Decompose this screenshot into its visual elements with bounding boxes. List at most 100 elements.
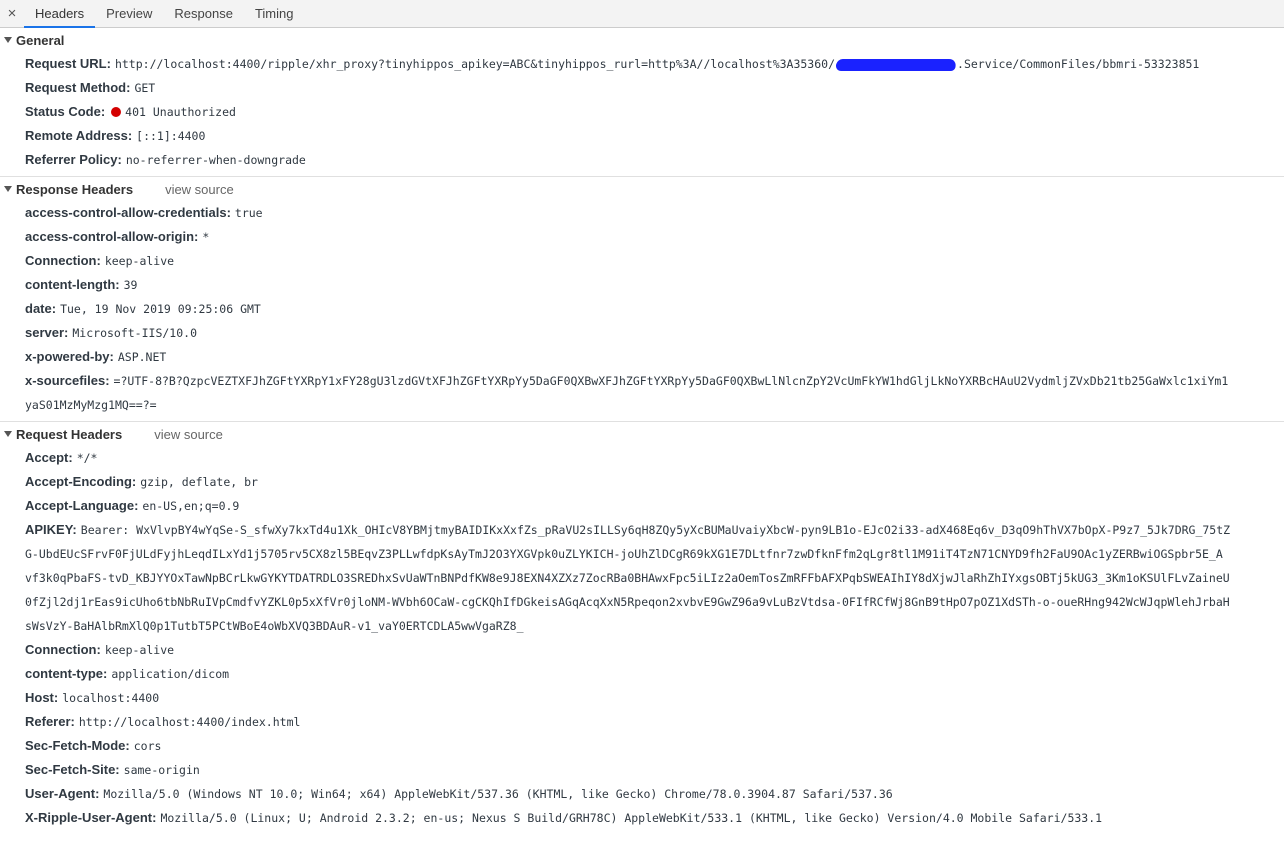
request-url-label: Request URL: [25, 56, 111, 71]
tab-response[interactable]: Response [163, 0, 244, 27]
x-ripple-user-agent-value: Mozilla/5.0 (Linux; U; Android 2.3.2; en… [160, 811, 1103, 825]
remote-address-label: Remote Address: [25, 128, 133, 143]
referrer-policy-row: Referrer Policy: no-referrer-when-downgra… [0, 148, 1284, 172]
expand-triangle-icon [4, 37, 12, 43]
response-header-value: Microsoft-IIS/10.0 [72, 326, 197, 340]
response-header-row: access-control-allow-origin: * [0, 225, 1284, 249]
user-agent-value: Mozilla/5.0 (Windows NT 10.0; Win64; x64… [103, 787, 893, 801]
request-headers-section: Request Headers view source Accept: */* A… [0, 422, 1284, 834]
sourcefiles-continuation-text: yaS01MzMyMzg1MQ==?= [25, 398, 157, 412]
host-row: Host: localhost:4400 [0, 686, 1284, 710]
connection-row: Connection: keep-alive [0, 638, 1284, 662]
response-header-row: content-length: 39 [0, 273, 1284, 297]
response-header-value: * [202, 230, 210, 244]
sec-fetch-mode-label: Sec-Fetch-Mode: [25, 738, 130, 753]
accept-label: Accept: [25, 450, 73, 465]
referrer-policy-label: Referrer Policy: [25, 152, 122, 167]
connection-value: keep-alive [104, 643, 175, 657]
expand-triangle-icon [4, 431, 12, 437]
response-header-row: server: Microsoft-IIS/10.0 [0, 321, 1284, 345]
apikey-continuation: sWsVzY-BaHAlbRmXlQ0p1TutbT5PCtWBoE4oWbXV… [0, 614, 1284, 638]
request-method-label: Request Method: [25, 80, 131, 95]
sec-fetch-mode-value: cors [133, 739, 162, 753]
request-method-value: GET [134, 81, 156, 95]
host-label: Host: [25, 690, 59, 705]
user-agent-row: User-Agent: Mozilla/5.0 (Windows NT 10.0;… [0, 782, 1284, 806]
response-header-value: true [234, 206, 263, 220]
accept-language-row: Accept-Language: en-US,en;q=0.9 [0, 494, 1284, 518]
request-view-source-link[interactable]: view source [154, 427, 223, 442]
tab-preview[interactable]: Preview [95, 0, 163, 27]
response-header-key: server: [25, 325, 69, 340]
apikey-continuation: G-UbdEUcSFrvF0FjULdFyjhLeqdILxYd1j5705rv… [0, 542, 1284, 566]
accept-language-value: en-US,en;q=0.9 [142, 499, 240, 513]
accept-value: */* [76, 451, 98, 465]
headers-panel: General Request URL: http://localhost:440… [0, 28, 1284, 847]
apikey-value-line: vf3k0qPbaFS-tvD_KBJYYOxTawNpBCrLkwGYKYTD… [25, 571, 1230, 585]
referer-label: Referer: [25, 714, 75, 729]
remote-address-value: [::1]:4400 [136, 129, 206, 143]
response-headers-section-header[interactable]: Response Headers view source [0, 177, 1284, 201]
apikey-value-line: Bearer: WxVlvpBY4wYqSe-S_sfwXy7kxTd4u1Xk… [80, 523, 1231, 537]
host-value: localhost:4400 [62, 691, 160, 705]
apikey-value-line: sWsVzY-BaHAlbRmXlQ0p1TutbT5PCtWBoE4oWbXV… [25, 619, 524, 633]
accept-language-label: Accept-Language: [25, 498, 139, 513]
remote-address-row: Remote Address: [::1]:4400 [0, 124, 1284, 148]
sourcefiles-continuation: yaS01MzMyMzg1MQ==?= [0, 393, 1284, 417]
response-header-key: date: [25, 301, 57, 316]
apikey-value-line: G-UbdEUcSFrvF0FjULdFyjhLeqdILxYd1j5705rv… [25, 547, 1223, 561]
response-header-value: ASP.NET [117, 350, 167, 364]
devtools-tabbar: × Headers Preview Response Timing [0, 0, 1284, 28]
general-section: General Request URL: http://localhost:440… [0, 28, 1284, 177]
response-header-row: access-control-allow-credentials: true [0, 201, 1284, 225]
user-agent-label: User-Agent: [25, 786, 100, 801]
connection-label: Connection: [25, 642, 101, 657]
response-header-row: date: Tue, 19 Nov 2019 09:25:06 GMT [0, 297, 1284, 321]
content-type-value: application/dicom [111, 667, 230, 681]
referrer-policy-value: no-referrer-when-downgrade [125, 153, 306, 167]
response-header-key: access-control-allow-origin: [25, 229, 199, 244]
general-section-header[interactable]: General [0, 28, 1284, 52]
x-ripple-user-agent-row: X-Ripple-User-Agent: Mozilla/5.0 (Linux; … [0, 806, 1284, 830]
sec-fetch-mode-row: Sec-Fetch-Mode: cors [0, 734, 1284, 758]
response-header-key: content-length: [25, 277, 120, 292]
request-headers-section-header[interactable]: Request Headers view source [0, 422, 1284, 446]
response-header-row: Connection: keep-alive [0, 249, 1284, 273]
sec-fetch-site-value: same-origin [123, 763, 200, 777]
close-icon[interactable]: × [0, 0, 24, 27]
request-headers-title: Request Headers [16, 426, 123, 442]
sec-fetch-site-label: Sec-Fetch-Site: [25, 762, 120, 777]
response-header-value: =?UTF-8?B?QzpcVEZTXFJhZGFtYXRpY1xFY28gU3… [113, 374, 1229, 388]
response-header-key: access-control-allow-credentials: [25, 205, 231, 220]
accept-encoding-value: gzip, deflate, br [140, 475, 258, 489]
response-header-value: keep-alive [104, 254, 175, 268]
referer-value: http://localhost:4400/index.html [78, 715, 301, 729]
response-header-key: x-sourcefiles: [25, 373, 110, 388]
response-header-row: x-powered-by: ASP.NET [0, 345, 1284, 369]
apikey-continuation: 0fZjl2dj1rEas9icUho6tbNbRuIVpCmdfvYZKL0p… [0, 590, 1284, 614]
apikey-row: APIKEY: Bearer: WxVlvpBY4wYqSe-S_sfwXy7kx… [0, 518, 1284, 542]
content-type-label: content-type: [25, 666, 108, 681]
response-header-row: x-sourcefiles: =?UTF-8?B?QzpcVEZTXFJhZGFt… [0, 369, 1284, 393]
request-method-row: Request Method: GET [0, 76, 1284, 100]
accept-encoding-label: Accept-Encoding: [25, 474, 137, 489]
expand-triangle-icon [4, 186, 12, 192]
sec-fetch-site-row: Sec-Fetch-Site: same-origin [0, 758, 1284, 782]
apikey-label: APIKEY: [25, 522, 77, 537]
content-type-row: content-type: application/dicom [0, 662, 1284, 686]
status-code-row: Status Code: 401 Unauthorized [0, 100, 1284, 124]
request-url-row: Request URL: http://localhost:4400/ripple… [0, 52, 1284, 76]
apikey-continuation: vf3k0qPbaFS-tvD_KBJYYOxTawNpBCrLkwGYKYTD… [0, 566, 1284, 590]
status-code-value: 401 Unauthorized [125, 105, 236, 119]
response-header-value: Tue, 19 Nov 2019 09:25:06 GMT [60, 302, 261, 316]
apikey-value-line: 0fZjl2dj1rEas9icUho6tbNbRuIVpCmdfvYZKL0p… [25, 595, 1230, 609]
request-url-value: http://localhost:4400/ripple/xhr_proxy?t… [114, 57, 836, 71]
accept-row: Accept: */* [0, 446, 1284, 470]
status-error-icon [111, 107, 122, 117]
response-header-value: 39 [123, 278, 138, 292]
tab-timing[interactable]: Timing [244, 0, 305, 27]
tab-headers[interactable]: Headers [24, 0, 96, 28]
response-view-source-link[interactable]: view source [165, 182, 234, 197]
general-section-title: General [16, 32, 65, 48]
accept-encoding-row: Accept-Encoding: gzip, deflate, br [0, 470, 1284, 494]
